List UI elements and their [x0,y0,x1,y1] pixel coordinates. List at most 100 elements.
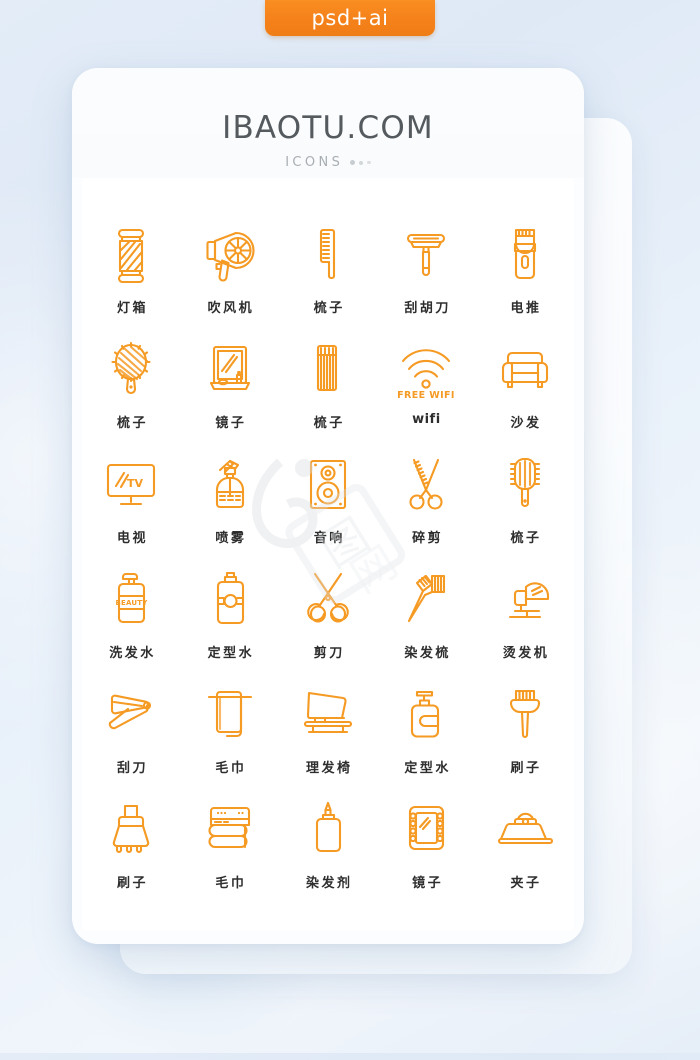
icon-label: 沙发 [510,416,542,431]
fine-comb-icon [299,337,357,401]
icon-label: 镜子 [412,876,444,891]
icon-cell-razor[interactable]: 刮胡刀 [377,222,475,337]
hair-dryer-icon [201,222,259,286]
vanity-mirror-icon [397,797,455,861]
icon-cell-hair-clipper[interactable]: 电推 [476,222,574,337]
icon-cell-gel-pump-bottle[interactable]: 定型水 [377,682,475,797]
icon-label: 碎剪 [412,531,444,546]
icon-cell-perm-machine[interactable]: 烫发机 [476,567,574,682]
barber-pole-icon [102,222,160,286]
icon-label: 刷子 [116,876,148,891]
icon-label: 音响 [313,531,345,546]
icon-label: 梳子 [313,416,345,431]
icon-cell-barber-chair[interactable]: 理发椅 [279,682,377,797]
icon-label: 毛巾 [215,876,247,891]
icon-label: 烫发机 [502,646,550,661]
page-subtitle: ICONS [285,155,344,170]
duster-brush-icon [102,797,160,861]
icon-cell-straight-razor[interactable]: 刮刀 [82,682,180,797]
icon-set-card: IBAOTU.COM ICONS 灯箱 吹风机 梳子 刮胡刀 电推 梳子 镜子 … [72,68,584,944]
straight-razor-icon [102,682,160,746]
comb-icon [299,222,357,286]
icon-cell-shampoo-bottle[interactable]: BEAUTY 洗发水 [82,567,180,682]
icon-cell-tint-brush[interactable]: 刷子 [476,682,574,797]
wifi-icon: FREE WIFI [397,337,455,401]
mirror-stand-icon [201,337,259,401]
icon-label: 染发剂 [305,876,353,891]
round-brush-icon [496,452,554,516]
icon-label: 喷雾 [215,531,247,546]
page-title: IBAOTU.COM [222,110,434,146]
icon-cell-television[interactable]: TV 电视 [82,452,180,567]
icon-cell-sofa[interactable]: 沙发 [476,337,574,452]
hair-clip-icon [496,797,554,861]
scissors-icon [299,567,357,631]
styling-spray-icon [201,567,259,631]
icon-cell-duster-brush[interactable]: 刷子 [82,797,180,912]
sofa-icon [496,337,554,401]
icon-label: 夹子 [510,876,542,891]
icon-label: 梳子 [313,301,345,316]
psd-ai-badge: psd+ai [265,0,435,36]
perm-machine-icon [496,567,554,631]
icon-cell-vanity-mirror[interactable]: 镜子 [377,797,475,912]
icon-cell-mirror-stand[interactable]: 镜子 [180,337,278,452]
icon-cell-dye-comb[interactable]: 染发梳 [377,567,475,682]
icon-cell-speaker[interactable]: 音响 [279,452,377,567]
tint-brush-icon [496,682,554,746]
subtitle-row: ICONS [72,155,584,170]
card-header: IBAOTU.COM ICONS [72,68,584,178]
icon-cell-spray-bottle[interactable]: 喷雾 [180,452,278,567]
television-icon: TV [102,452,160,516]
icon-cell-hanging-towel[interactable]: 毛巾 [180,682,278,797]
dots-decoration [350,160,371,165]
paddle-brush-icon [102,337,160,401]
icon-cell-thinning-shears[interactable]: 碎剪 [377,452,475,567]
folded-towels-icon [201,797,259,861]
svg-text:BEAUTY: BEAUTY [116,599,149,607]
svg-text:TV: TV [127,477,144,490]
icon-label: 毛巾 [215,761,247,776]
icon-label: 刮胡刀 [404,301,451,316]
icon-cell-paddle-brush[interactable]: 梳子 [82,337,180,452]
icon-label: wifi [412,412,441,427]
dye-applicator-icon [299,797,357,861]
icon-label: 定型水 [207,646,255,661]
shampoo-bottle-icon: BEAUTY [102,567,160,631]
icon-cell-comb[interactable]: 梳子 [279,222,377,337]
hanging-towel-icon [201,682,259,746]
icon-label: 电视 [116,531,148,546]
icon-label: 吹风机 [207,301,255,316]
spray-bottle-icon [201,452,259,516]
icon-label: 刷子 [510,761,542,776]
icon-label: 电推 [510,301,542,316]
icon-cell-hair-dryer[interactable]: 吹风机 [180,222,278,337]
icon-cell-styling-spray[interactable]: 定型水 [180,567,278,682]
icon-cell-scissors[interactable]: 剪刀 [279,567,377,682]
icon-label: 定型水 [404,761,451,776]
icon-cell-barber-pole[interactable]: 灯箱 [82,222,180,337]
hair-clipper-icon [496,222,554,286]
icon-label: 剪刀 [313,646,345,661]
icon-label: 梳子 [510,531,542,546]
svg-text:FREE WIFI: FREE WIFI [398,390,456,401]
barber-chair-icon [299,682,357,746]
icon-sheet: 灯箱 吹风机 梳子 刮胡刀 电推 梳子 镜子 梳子 FREE WIFI wifi… [82,178,574,930]
razor-icon [397,222,455,286]
icon-label: 洗发水 [109,646,156,661]
icon-label: 镜子 [215,416,247,431]
icon-cell-fine-comb[interactable]: 梳子 [279,337,377,452]
icon-grid: 灯箱 吹风机 梳子 刮胡刀 电推 梳子 镜子 梳子 FREE WIFI wifi… [82,222,574,912]
icon-label: 刮刀 [116,761,148,776]
icon-cell-wifi[interactable]: FREE WIFI wifi [377,337,475,452]
gel-pump-bottle-icon [397,682,455,746]
speaker-icon [299,452,357,516]
icon-cell-round-brush[interactable]: 梳子 [476,452,574,567]
icon-label: 梳子 [116,416,148,431]
icon-cell-folded-towels[interactable]: 毛巾 [180,797,278,912]
icon-label: 染发梳 [404,646,451,661]
icon-cell-hair-clip[interactable]: 夹子 [476,797,574,912]
thinning-shears-icon [397,452,455,516]
icon-label: 灯箱 [116,301,148,316]
icon-cell-dye-applicator[interactable]: 染发剂 [279,797,377,912]
